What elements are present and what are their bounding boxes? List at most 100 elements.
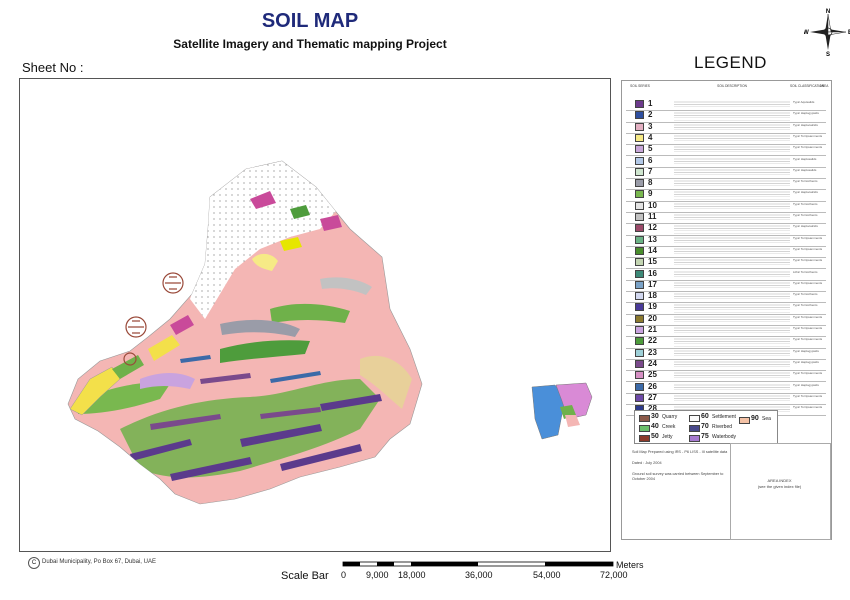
legend-classification: Typic Torriorthents — [793, 304, 818, 308]
legend-classification: Typic Haplogypsids — [793, 112, 819, 116]
soil-map-canvas[interactable] — [20, 79, 610, 551]
legend-series-number: 8 — [648, 178, 653, 188]
legend-series-number: 25 — [648, 370, 657, 380]
legend-series-number: 19 — [648, 302, 657, 312]
legend-series-number: 18 — [648, 291, 657, 301]
scale-tick-0: 0 — [341, 570, 347, 580]
legend-series-number: 15 — [648, 257, 657, 267]
legend-series-number: 22 — [648, 336, 657, 346]
legend-classification: Typic Haplogypsids — [793, 383, 819, 387]
legend-row: 3 Typic Haplocalcids — [622, 121, 831, 134]
legend-swatch — [635, 359, 644, 368]
legend-row: 12 Typic Haplocalcids — [622, 223, 831, 236]
legend-classification: Typic Torripsamments — [793, 259, 823, 263]
misc-units-legend: 30 Quarry 40 Creek 50 Jetty 60 Settlement 70 Rive… — [634, 410, 778, 444]
misc-number: 30 — [651, 413, 659, 420]
legend-swatch — [635, 314, 644, 323]
copyright-icon: C — [28, 557, 40, 569]
sheet-number-label: Sheet No : — [22, 60, 84, 75]
legend-swatch — [635, 258, 644, 267]
note-line-2: Dated : July 2004 — [632, 461, 662, 465]
legend-description-lines — [674, 190, 790, 200]
legend-row: 19 Typic Torriorthents — [622, 302, 831, 315]
legend-swatch — [635, 292, 644, 301]
misc-label: Sea — [762, 416, 771, 422]
legend-description-lines — [674, 393, 790, 404]
scale-bar-label: Scale Bar — [281, 570, 329, 582]
area-index-box — [730, 443, 831, 540]
note-line-1: Soil Map Prepared using IRS - P6 LISS - … — [632, 450, 728, 454]
legend-series-number: 3 — [648, 121, 653, 131]
legend-series-number: 27 — [648, 392, 657, 402]
legend-description-lines — [674, 348, 790, 358]
scale-bar — [342, 561, 614, 567]
legend-description-lines — [674, 292, 790, 302]
legend-classification: Typic Torripsamments — [793, 338, 823, 342]
scale-tick-1: 9,000 — [366, 570, 389, 580]
legend-row: 1 Typic Aquisalids — [622, 99, 831, 112]
legend-series-number: 23 — [648, 347, 657, 357]
legend-description-lines — [674, 179, 790, 189]
legend-row: 5 Typic Torripsamments — [622, 144, 831, 157]
legend-description-lines — [674, 382, 790, 392]
legend-row: 17 Typic Torripsamments — [622, 279, 831, 293]
legend-series-number: 20 — [648, 313, 657, 323]
misc-label: Riverbed — [712, 424, 733, 430]
legend-row: 11 Typic Torriorthents — [622, 212, 831, 225]
legend-swatch — [635, 393, 644, 402]
scale-tick-3: 36,000 — [465, 570, 493, 580]
legend-classification: Typic Torriorthents — [793, 293, 818, 297]
legend-swatch — [635, 224, 644, 233]
compass-s: S — [826, 52, 830, 56]
map-frame[interactable] — [19, 78, 611, 552]
legend-description-lines — [674, 269, 790, 279]
legend-series-number: 5 — [648, 144, 653, 154]
area-index-title: AREA INDEX — [767, 478, 792, 483]
legend-classification: Typic Haplogypsids — [793, 360, 819, 364]
misc-label: Settlement — [712, 414, 736, 420]
legend-swatch — [635, 303, 644, 312]
legend-row: 23 Typic Haplogypsids — [622, 347, 831, 360]
legend-description-lines — [674, 224, 790, 234]
legend-series-number: 7 — [648, 166, 653, 176]
legend-row: 18 Typic Torriorthents — [622, 291, 831, 304]
legend-row: 2 Typic Haplogypsids — [622, 110, 831, 123]
legend-row: 27 Typic Torripsamments — [622, 392, 831, 406]
legend-title: LEGEND — [694, 53, 767, 72]
legend-row: 20 Typic Torripsamments — [622, 313, 831, 326]
legend-swatch — [635, 201, 644, 210]
legend-series-number: 1 — [648, 99, 653, 108]
legend-swatch — [635, 111, 644, 120]
legend-classification: Lithic Torriorthents — [793, 270, 818, 274]
scale-tick-2: 18,000 — [398, 570, 426, 580]
misc-label: Waterbody — [712, 434, 736, 440]
legend-classification: Typic Torripsamments — [793, 281, 823, 285]
legend-description-lines — [674, 201, 790, 211]
misc-label: Creek — [662, 424, 676, 430]
misc-number: 60 — [701, 413, 709, 420]
legend-description-lines — [674, 280, 790, 291]
legend-swatch — [635, 269, 644, 278]
legend-classification: Typic Haplogypsids — [793, 349, 819, 353]
legend-description-lines — [674, 156, 790, 166]
misc-swatch — [739, 417, 750, 424]
legend-row: 21 Typic Torripsamments — [622, 325, 831, 338]
scale-unit: Meters — [616, 560, 644, 570]
legend-description-lines — [674, 337, 790, 347]
legend-swatch — [635, 179, 644, 188]
misc-number: 75 — [701, 433, 709, 440]
map-subtitle: Satellite Imagery and Thematic mapping P… — [173, 37, 447, 51]
legend-series-number: 14 — [648, 245, 657, 255]
legend-description-lines — [674, 133, 790, 144]
legend-classification: Typic Haplocalcids — [793, 191, 818, 195]
legend-description-lines — [674, 258, 790, 268]
legend-description-lines — [674, 145, 790, 155]
legend-series-number: 4 — [648, 132, 653, 142]
legend-classification: Typic Haplosalids — [793, 157, 817, 161]
note-line-3: Ground soil survey was carried between S… — [632, 472, 724, 481]
legend-row: 16 Lithic Torriorthents — [622, 269, 831, 281]
legend-series-number: 17 — [648, 279, 657, 289]
legend-swatch — [635, 246, 644, 255]
legend-series-number: 10 — [648, 200, 657, 210]
legend-series-number: 11 — [648, 212, 657, 221]
